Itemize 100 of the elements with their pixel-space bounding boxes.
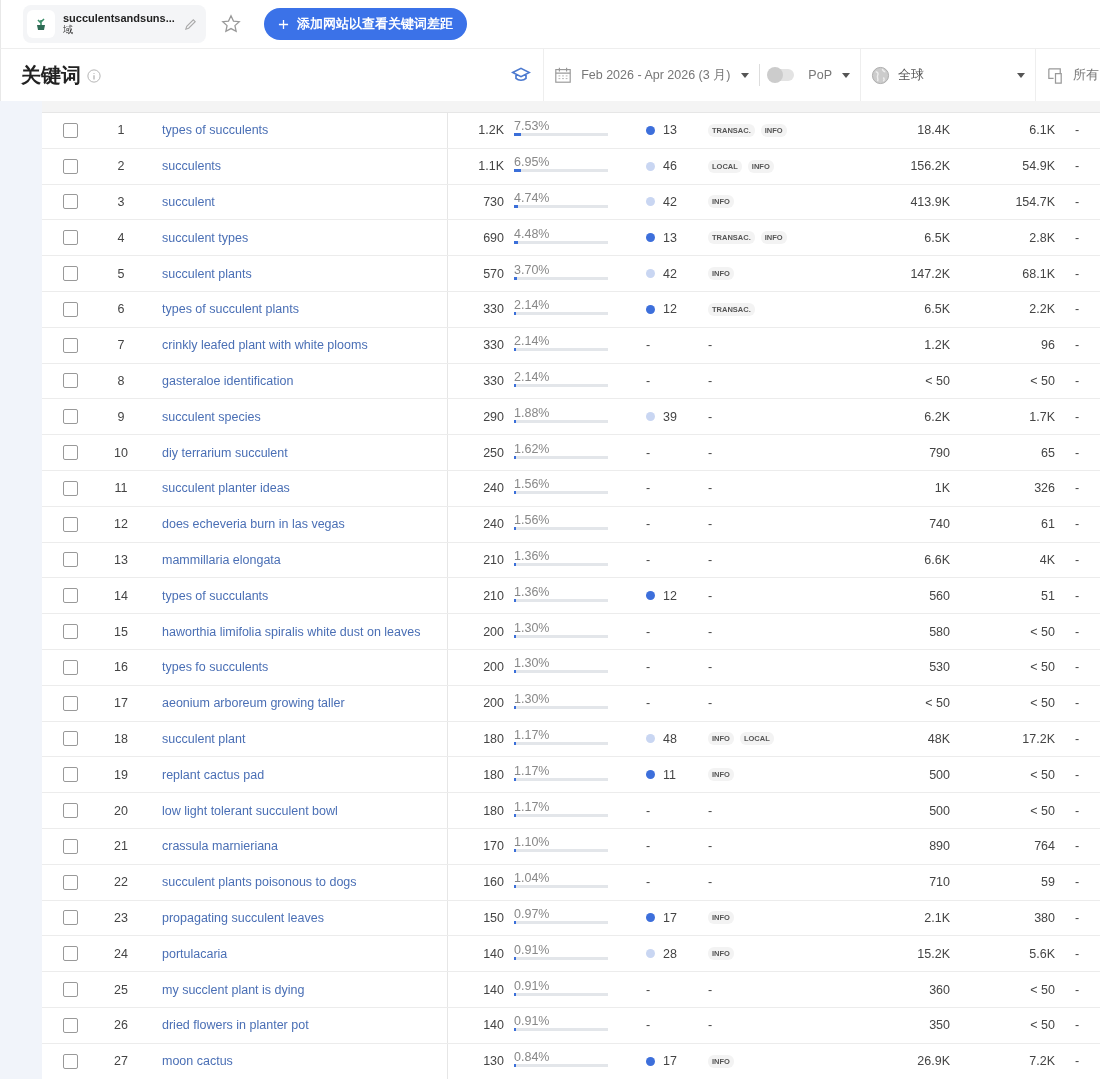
row-checkbox[interactable] xyxy=(62,874,78,890)
row-checkbox[interactable] xyxy=(62,946,78,962)
keyword-link[interactable]: types of succulents xyxy=(162,123,269,138)
table-cell: - xyxy=(1075,373,1080,388)
row-checkbox[interactable] xyxy=(62,659,78,675)
table-cell: 740 xyxy=(929,517,950,532)
keyword-link[interactable]: succulents xyxy=(162,159,222,174)
keyword-link[interactable]: gasteraloe identification xyxy=(162,373,294,388)
keyword-link[interactable]: low light tolerant succulent bowl xyxy=(162,803,338,818)
row-checkbox[interactable] xyxy=(62,337,78,353)
keyword-link[interactable]: propagating succulent leaves xyxy=(162,910,324,925)
row-checkbox[interactable] xyxy=(62,588,78,604)
keyword-link[interactable]: succulent plants xyxy=(162,266,252,281)
share-percent: 1.56% xyxy=(514,478,550,492)
row-checkbox[interactable] xyxy=(62,230,78,246)
row-checkbox[interactable] xyxy=(62,803,78,819)
row-number: 2 xyxy=(117,159,125,174)
keyword-link[interactable]: succulent plant xyxy=(162,731,246,746)
table-cell: 68.1K xyxy=(1022,266,1055,281)
keyword-link[interactable]: aeonium arboreum growing taller xyxy=(162,696,345,711)
star-icon[interactable] xyxy=(220,13,242,35)
keyword-link[interactable]: diy terrarium succulent xyxy=(162,445,288,460)
keyword-link[interactable]: crinkly leafed plant with white plooms xyxy=(162,338,368,353)
share-percent: 2.14% xyxy=(514,335,550,349)
keyword-link[interactable]: succulent planter ideas xyxy=(162,481,290,496)
table-cell: 59 xyxy=(1041,875,1055,890)
table-cell: 48K xyxy=(927,731,950,746)
site-type: 域 xyxy=(63,24,74,36)
keyword-link[interactable]: portulacaria xyxy=(162,946,228,961)
row-checkbox[interactable] xyxy=(62,1053,78,1069)
table-cell: < 50 xyxy=(1030,373,1055,388)
keyword-link[interactable]: types of succulent plants xyxy=(162,302,299,317)
keyword-link[interactable]: mammillaria elongata xyxy=(162,552,281,567)
row-checkbox[interactable] xyxy=(62,767,78,783)
table-cell: 360 xyxy=(929,982,950,997)
row-checkbox[interactable] xyxy=(62,838,78,854)
row-checkbox[interactable] xyxy=(62,301,78,317)
keyword-link[interactable]: crassula marnieriana xyxy=(162,839,279,854)
row-checkbox[interactable] xyxy=(62,552,78,568)
difficulty-value: - xyxy=(646,839,651,854)
intent-empty: - xyxy=(708,839,713,854)
row-checkbox[interactable] xyxy=(62,122,78,138)
keyword-link[interactable]: replant cactus pad xyxy=(162,767,265,782)
pop-toggle[interactable] xyxy=(768,69,795,81)
keyword-link[interactable]: moon cactus xyxy=(162,1054,233,1069)
row-checkbox[interactable] xyxy=(62,910,78,926)
share-percent: 2.14% xyxy=(514,370,550,384)
table-cell: 5.6K xyxy=(1029,946,1055,961)
volume-cell: 140 xyxy=(483,982,504,997)
table-cell: - xyxy=(1075,195,1080,209)
share-percent: 0.84% xyxy=(514,1051,550,1065)
volume-cell: 170 xyxy=(483,839,504,854)
intent-empty: - xyxy=(708,445,713,460)
devices-icon xyxy=(1046,65,1065,85)
device-dropdown[interactable]: 所有 xyxy=(1044,65,1100,85)
keyword-link[interactable]: succulent species xyxy=(162,409,261,424)
location-dropdown[interactable]: 全球 xyxy=(869,65,1027,85)
table-cell: 380 xyxy=(1034,910,1055,925)
pencil-icon[interactable] xyxy=(183,16,198,32)
date-range-dropdown[interactable]: Feb 2026 - Apr 2026 (3 月) xyxy=(552,66,752,84)
row-checkbox[interactable] xyxy=(62,445,78,461)
row-number: 8 xyxy=(117,373,125,388)
keyword-link[interactable]: dried flowers in planter pot xyxy=(162,1018,309,1033)
table-cell: 1K xyxy=(934,481,950,496)
info-icon[interactable] xyxy=(87,69,101,83)
table-cell: 147.2K xyxy=(910,266,950,281)
row-number: 7 xyxy=(117,338,125,353)
row-checkbox[interactable] xyxy=(62,695,78,711)
table-cell: - xyxy=(1075,338,1080,353)
table-cell: 2.2K xyxy=(1029,302,1055,317)
keyword-link[interactable]: does echeveria burn in las vegas xyxy=(162,517,345,532)
keyword-link[interactable]: haworthia limifolia spiralis white dust on leaves xyxy=(162,624,421,639)
keyword-link[interactable]: types fo succulents xyxy=(162,660,269,675)
row-checkbox[interactable] xyxy=(62,982,78,997)
pop-dropdown[interactable]: PoP xyxy=(806,68,852,82)
row-checkbox[interactable] xyxy=(62,516,78,532)
difficulty-value: - xyxy=(646,1018,651,1033)
row-checkbox[interactable] xyxy=(62,731,78,747)
row-checkbox[interactable] xyxy=(62,1017,78,1033)
row-checkbox[interactable] xyxy=(62,409,78,425)
row-checkbox[interactable] xyxy=(62,266,78,282)
row-number: 18 xyxy=(114,731,128,746)
site-chip[interactable]: succulentsandsuns... 域 xyxy=(23,5,206,43)
keyword-link[interactable]: my succlent plant is dying xyxy=(162,982,305,997)
volume-cell: 730 xyxy=(483,195,504,209)
difficulty-value: - xyxy=(646,803,651,818)
keyword-link[interactable]: types of succulants xyxy=(162,588,269,603)
row-checkbox[interactable] xyxy=(62,624,78,640)
table-cell: 413.9K xyxy=(910,195,950,209)
row-checkbox[interactable] xyxy=(62,480,78,496)
keyword-link[interactable]: succulent types xyxy=(162,230,249,245)
keyword-link[interactable]: succulent xyxy=(162,195,215,209)
difficulty-value: 13 xyxy=(663,123,677,138)
difficulty-value: - xyxy=(646,982,651,997)
keyword-link[interactable]: succulent plants poisonous to dogs xyxy=(162,875,357,890)
row-checkbox[interactable] xyxy=(62,194,78,210)
row-checkbox[interactable] xyxy=(62,158,78,174)
add-website-button[interactable]: 添加网站以查看关键词差距 xyxy=(264,8,467,40)
row-checkbox[interactable] xyxy=(62,373,78,389)
difficulty-value: 39 xyxy=(663,409,677,424)
